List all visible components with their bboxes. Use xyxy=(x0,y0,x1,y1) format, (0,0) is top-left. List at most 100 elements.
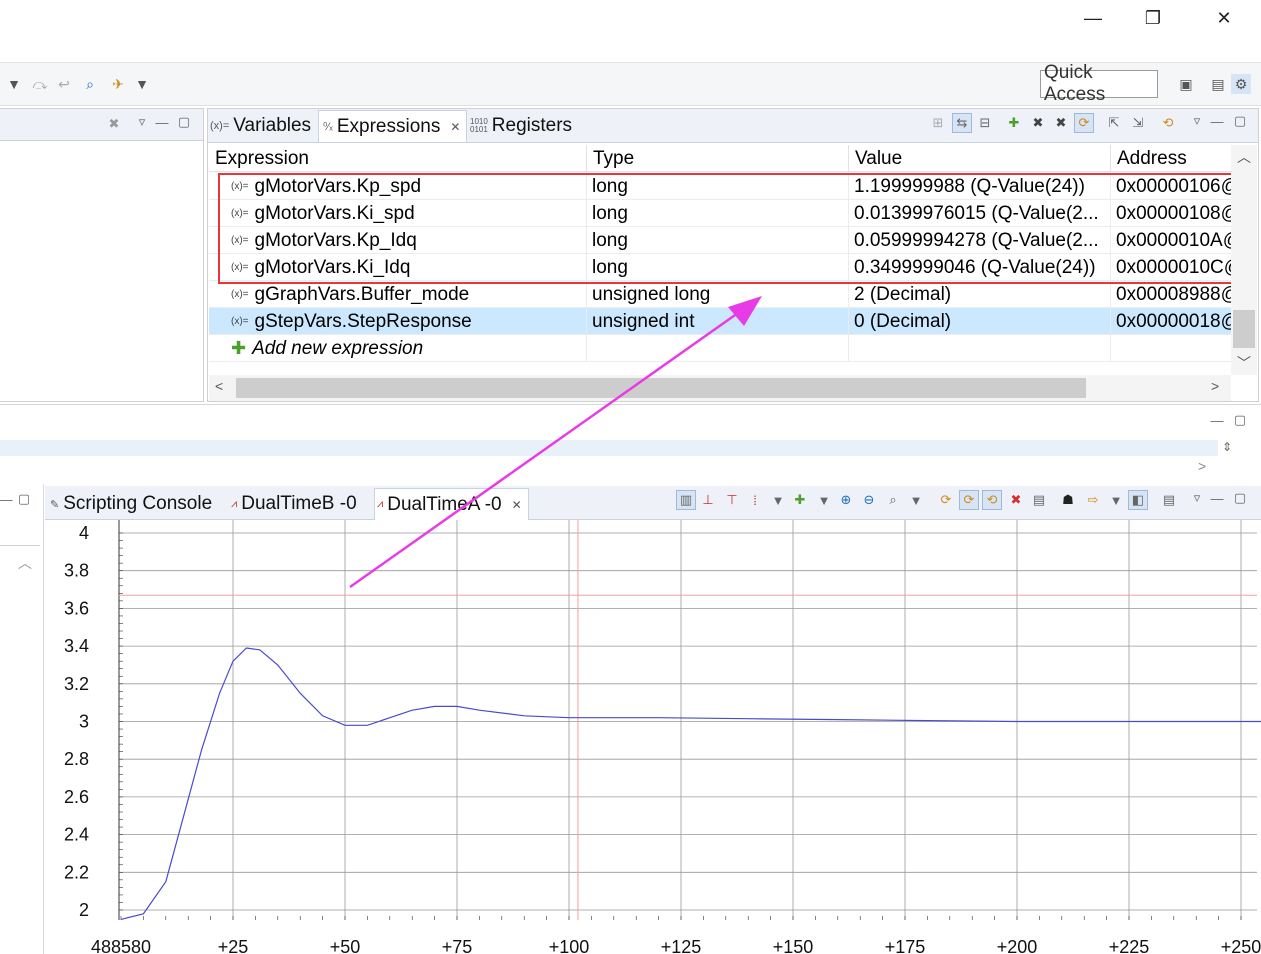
dropdown-arrow-icon[interactable]: ▼ xyxy=(768,490,788,510)
continuous-refresh-icon[interactable]: ⟳ xyxy=(959,490,979,510)
list-icon[interactable]: ▤ xyxy=(1159,490,1179,510)
series-line xyxy=(120,647,1261,920)
maximize-view-icon[interactable]: ▢ xyxy=(1230,488,1250,508)
binoculars-icon[interactable]: ☗ xyxy=(1058,490,1078,510)
remove-all-icon[interactable]: ✖ xyxy=(104,114,124,134)
dual-time-graph[interactable]: 4 3.8 3.6 3.4 3.2 3 2.8 2.6 2.4 2.2 2 488580 +25 +50 +… xyxy=(46,520,1261,954)
quick-access-input[interactable]: Quick Access xyxy=(1040,62,1158,105)
refresh-icon[interactable]: ⟲ xyxy=(1158,113,1178,133)
close-tab-icon[interactable]: ✕ xyxy=(512,498,522,512)
vertical-scrollbar[interactable]: ︿ ﹀ xyxy=(1231,145,1257,375)
dropdown-arrow-icon[interactable]: ▼ xyxy=(132,74,152,94)
dropdown-arrow-icon[interactable]: ▼ xyxy=(814,490,834,510)
restore-button[interactable]: ❐ xyxy=(1123,0,1183,36)
zoom-in-icon[interactable]: ⊕ xyxy=(836,490,856,510)
scroll-thumb[interactable] xyxy=(236,378,1086,398)
continuous-refresh-icon[interactable]: ⟳ xyxy=(1074,113,1094,133)
maximize-view-icon[interactable]: ▢ xyxy=(14,489,34,509)
dropdown-arrow-icon[interactable]: ▼ xyxy=(4,74,24,94)
tab-scripting-console[interactable]: ✎ Scripting Console xyxy=(50,488,212,520)
collapse-all-icon[interactable]: ⊟ xyxy=(975,113,995,133)
step-return-icon[interactable]: ↩ xyxy=(54,74,74,94)
y-tick-label: 3 xyxy=(79,712,89,732)
middle-panel-bar xyxy=(0,440,1218,456)
tab-dualtimea[interactable]: ⩘ DualTimeA -0 ✕ xyxy=(374,488,529,520)
properties-icon[interactable]: ▤ xyxy=(1029,490,1049,510)
chevron-up-icon[interactable]: ︿ xyxy=(18,553,32,573)
ccs-perspective-icon[interactable]: ⚙ xyxy=(1231,74,1251,94)
column-header-value[interactable]: Value xyxy=(849,145,1111,172)
export-icon[interactable]: ⇲ xyxy=(1128,113,1148,133)
column-header-expression[interactable]: Expression xyxy=(209,145,587,172)
view-menu-icon[interactable]: ▿ xyxy=(1187,111,1207,131)
dropdown-arrow-icon[interactable]: ▼ xyxy=(1106,490,1126,510)
debug-perspective-icon[interactable]: ▤ xyxy=(1208,74,1228,94)
x-tick-label: +225 xyxy=(1109,937,1150,954)
graph-display-icon[interactable]: ▥ xyxy=(676,490,696,510)
refresh-icon[interactable]: ⟳ xyxy=(936,490,956,510)
minimize-button[interactable]: — xyxy=(1063,0,1123,36)
dropdown-arrow-icon[interactable]: ▼ xyxy=(906,490,926,510)
tab-registers[interactable]: 1010 0101 Registers xyxy=(470,110,572,142)
table-row-selected[interactable]: (x)= gStepVars.StepResponse unsigned int … xyxy=(209,308,1231,335)
chevron-right-icon[interactable]: > xyxy=(1198,458,1206,474)
close-tab-icon[interactable]: ✕ xyxy=(450,120,460,134)
zoom-out-icon[interactable]: ⊖ xyxy=(859,490,879,510)
remove-all-expressions-icon[interactable]: ✖ xyxy=(1051,113,1071,133)
graph-canvas[interactable]: 4 3.8 3.6 3.4 3.2 3 2.8 2.6 2.4 2.2 2488580 +25 +50 +… xyxy=(46,520,1261,954)
view-menu-icon[interactable]: ▿ xyxy=(132,112,152,132)
graph-icon: ⩘ xyxy=(377,498,384,510)
maximize-view-icon[interactable]: ▢ xyxy=(1230,111,1250,131)
tab-variables[interactable]: (x)= Variables xyxy=(210,110,311,142)
maximize-view-icon[interactable]: ▢ xyxy=(174,112,194,132)
minimize-view-icon[interactable]: — xyxy=(1207,488,1227,508)
registers-icon: 1010 0101 xyxy=(470,117,488,134)
zoom-fit-icon[interactable]: ⌕ xyxy=(883,490,903,510)
step-over-icon[interactable]: ⤼ xyxy=(30,74,50,94)
y-tick-label: 3.4 xyxy=(64,636,89,656)
minimize-view-icon[interactable]: — xyxy=(152,112,172,132)
x-tick-label: 488580 xyxy=(91,937,151,954)
chevron-left-icon[interactable]: < xyxy=(215,378,223,394)
y-tick-label: 4 xyxy=(79,523,89,543)
spinner-icon[interactable]: ⇕ xyxy=(1222,440,1232,454)
reset-icon[interactable]: ✖ xyxy=(1006,490,1026,510)
tab-dualtimeb[interactable]: ⩘ DualTimeB -0 xyxy=(231,488,357,520)
import-icon[interactable]: ⇨ xyxy=(1083,490,1103,510)
x-tick-label: +150 xyxy=(773,937,814,954)
close-window-button[interactable]: ✕ xyxy=(1193,0,1255,36)
auto-refresh-icon[interactable]: ⟲ xyxy=(982,490,1002,510)
chevron-right-icon[interactable]: > xyxy=(1211,378,1219,394)
launch-icon[interactable]: ✈ xyxy=(108,74,128,94)
scroll-thumb[interactable] xyxy=(1233,310,1255,348)
chevron-down-icon[interactable]: ﹀ xyxy=(1237,353,1251,373)
column-header-address[interactable]: Address xyxy=(1111,145,1231,172)
pin-icon[interactable]: ◧ xyxy=(1128,490,1148,510)
tab-expressions[interactable]: ⁰⁄ₓ Expressions ✕ xyxy=(318,110,468,142)
chevron-up-icon[interactable]: ︿ xyxy=(1237,147,1251,167)
view-menu-icon[interactable]: ▿ xyxy=(1187,488,1207,508)
measure-icon[interactable]: ⊥ xyxy=(698,490,718,510)
show-type-icon[interactable]: ⇆ xyxy=(952,113,972,133)
marker-icon[interactable]: ⁞ xyxy=(745,490,765,510)
horizontal-scrollbar[interactable]: < > xyxy=(209,375,1231,401)
add-expression-icon[interactable]: ✚ xyxy=(1004,113,1024,133)
search-icon[interactable]: ⌕ xyxy=(80,74,100,94)
highlight-box xyxy=(218,173,1240,284)
minimize-view-icon[interactable]: — xyxy=(1207,410,1227,430)
remove-expression-icon[interactable]: ✖ xyxy=(1028,113,1048,133)
add-trace-icon[interactable]: ✚ xyxy=(790,490,810,510)
x-tick-label: +200 xyxy=(997,937,1038,954)
maximize-view-icon[interactable]: ▢ xyxy=(1230,410,1250,430)
expressions-table-header: Expression Type Value Address xyxy=(209,145,1231,172)
cursor-icon[interactable]: ⊤ xyxy=(722,490,742,510)
import-icon[interactable]: ⇱ xyxy=(1104,113,1124,133)
add-new-expression-row[interactable]: ✚ Add new expression xyxy=(209,335,1231,362)
restore-icon: ❐ xyxy=(1144,7,1162,28)
perspective-icon[interactable]: ▣ xyxy=(1176,74,1196,94)
left-top-tabbar xyxy=(0,109,203,141)
column-header-type[interactable]: Type xyxy=(587,145,849,172)
minimize-view-icon[interactable]: — xyxy=(1207,111,1227,131)
table-row[interactable]: (x)= gGraphVars.Buffer_mode unsigned long… xyxy=(209,281,1231,308)
new-folder-icon[interactable]: ⊞ xyxy=(928,113,948,133)
